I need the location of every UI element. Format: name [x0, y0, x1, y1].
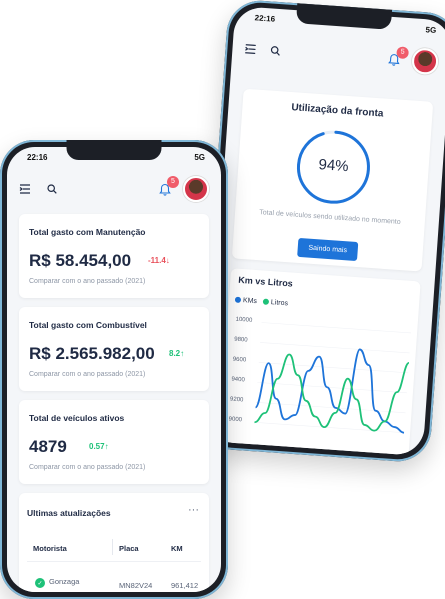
card-title: Total gasto com Manutenção — [29, 227, 146, 237]
card-subtitle: Comparar com o ano passado (2021) — [29, 278, 146, 285]
more-options-icon[interactable]: ··· — [188, 504, 199, 516]
utilization-description: Total de veículos sendo utilizado no mom… — [259, 209, 401, 226]
card-value: 4879 — [29, 437, 67, 456]
arrow-up-icon: ↑ — [180, 349, 185, 358]
y-tick-label: 9400 — [231, 376, 245, 384]
km-chart-card: Km vs Litros KMs Litros 10000 9800 9600 … — [218, 268, 421, 457]
y-tick-label: 9800 — [233, 336, 248, 344]
notification-bell-icon[interactable]: 5 — [388, 45, 410, 66]
active-vehicles-card[interactable]: Total de veículos ativos 4879 0.57↑ Comp… — [19, 400, 209, 484]
status-time: 22:16 — [27, 153, 48, 162]
updates-title: Ultimas atualizações — [27, 508, 111, 518]
column-header-km[interactable]: KM — [171, 544, 183, 553]
front-phone-screen: 22:16 5G 5 Total gasto com Manutenção R$… — [7, 147, 221, 592]
card-change: 8.2↑ — [169, 349, 185, 358]
notification-badge: 5 — [396, 45, 410, 59]
driver-name: Gonzaga — [49, 577, 80, 586]
card-value: R$ 58.454,00 — [29, 251, 132, 270]
search-icon[interactable] — [47, 184, 57, 194]
grid-line — [260, 342, 410, 354]
card-subtitle: Comparar com o ano passado (2021) — [29, 371, 146, 378]
y-tick-label: 9200 — [229, 396, 244, 404]
see-more-button[interactable]: Saindo mais — [297, 237, 359, 262]
card-subtitle: Comparar com o ano passado (2021) — [29, 464, 146, 471]
card-change: -11.4↓ — [148, 256, 170, 265]
arrow-up-icon: ↑ — [104, 442, 109, 451]
y-tick-label: 9600 — [232, 356, 247, 364]
status-bar: 22:16 5G — [27, 153, 205, 162]
grid-line — [257, 382, 407, 394]
search-icon[interactable] — [270, 45, 281, 56]
utilization-card: Utilização da fronta 94% Total de veícul… — [231, 88, 434, 272]
latest-updates-card: Ultimas atualizações ··· Motorista Placa… — [19, 493, 209, 592]
status-time: 22:16 — [254, 13, 276, 24]
notification-bell-icon[interactable]: 5 — [159, 175, 179, 196]
km-chart-title: Km vs Litros — [238, 274, 294, 289]
km-line-chart — [254, 322, 412, 434]
card-change: 0.57↑ — [89, 442, 109, 451]
avatar[interactable] — [183, 176, 209, 202]
grid-line — [258, 362, 409, 374]
legend-litros[interactable]: Litros — [262, 298, 288, 307]
legend-kms[interactable]: KMs — [234, 296, 257, 305]
series-line-litros — [254, 353, 410, 432]
top-bar: 5 — [7, 173, 221, 205]
driver-status-icon: ✓ — [35, 578, 45, 588]
fuel-cost-card[interactable]: Total gasto com Combustível R$ 2.565.982… — [19, 307, 209, 391]
maintenance-cost-card[interactable]: Total gasto com Manutenção R$ 58.454,00 … — [19, 214, 209, 298]
utilization-title: Utilização da fronta — [291, 102, 384, 120]
menu-icon[interactable] — [244, 44, 257, 55]
column-header-driver[interactable]: Motorista — [33, 544, 67, 553]
y-tick-label: 10000 — [235, 316, 253, 324]
notification-badge: 5 — [167, 175, 179, 188]
chart-legend: KMs Litros — [234, 296, 288, 307]
menu-icon[interactable] — [19, 184, 31, 194]
grid-line — [255, 402, 406, 414]
status-signal: 5G — [425, 25, 437, 35]
plate-value: MN82V24 — [119, 581, 153, 590]
column-header-plate[interactable]: Placa — [119, 544, 139, 553]
grid-line — [261, 322, 412, 334]
front-phone: 22:16 5G 5 Total gasto com Manutenção R$… — [0, 140, 228, 599]
back-phone-screen: 22:16 5G 5 Utilização da fronta 94% Tota… — [205, 5, 445, 457]
y-tick-label: 9000 — [228, 416, 243, 424]
card-value: R$ 2.565.982,00 — [29, 344, 155, 363]
back-phone: 22:16 5G 5 Utilização da fronta 94% Tota… — [197, 0, 445, 464]
avatar[interactable] — [411, 47, 439, 76]
top-bar: 5 — [231, 32, 445, 79]
card-title: Total gasto com Combustível — [29, 320, 147, 330]
km-value: 961,412 — [171, 581, 199, 590]
card-title: Total de veículos ativos — [29, 413, 125, 423]
arrow-down-icon: ↓ — [165, 256, 170, 265]
status-signal: 5G — [194, 153, 205, 162]
